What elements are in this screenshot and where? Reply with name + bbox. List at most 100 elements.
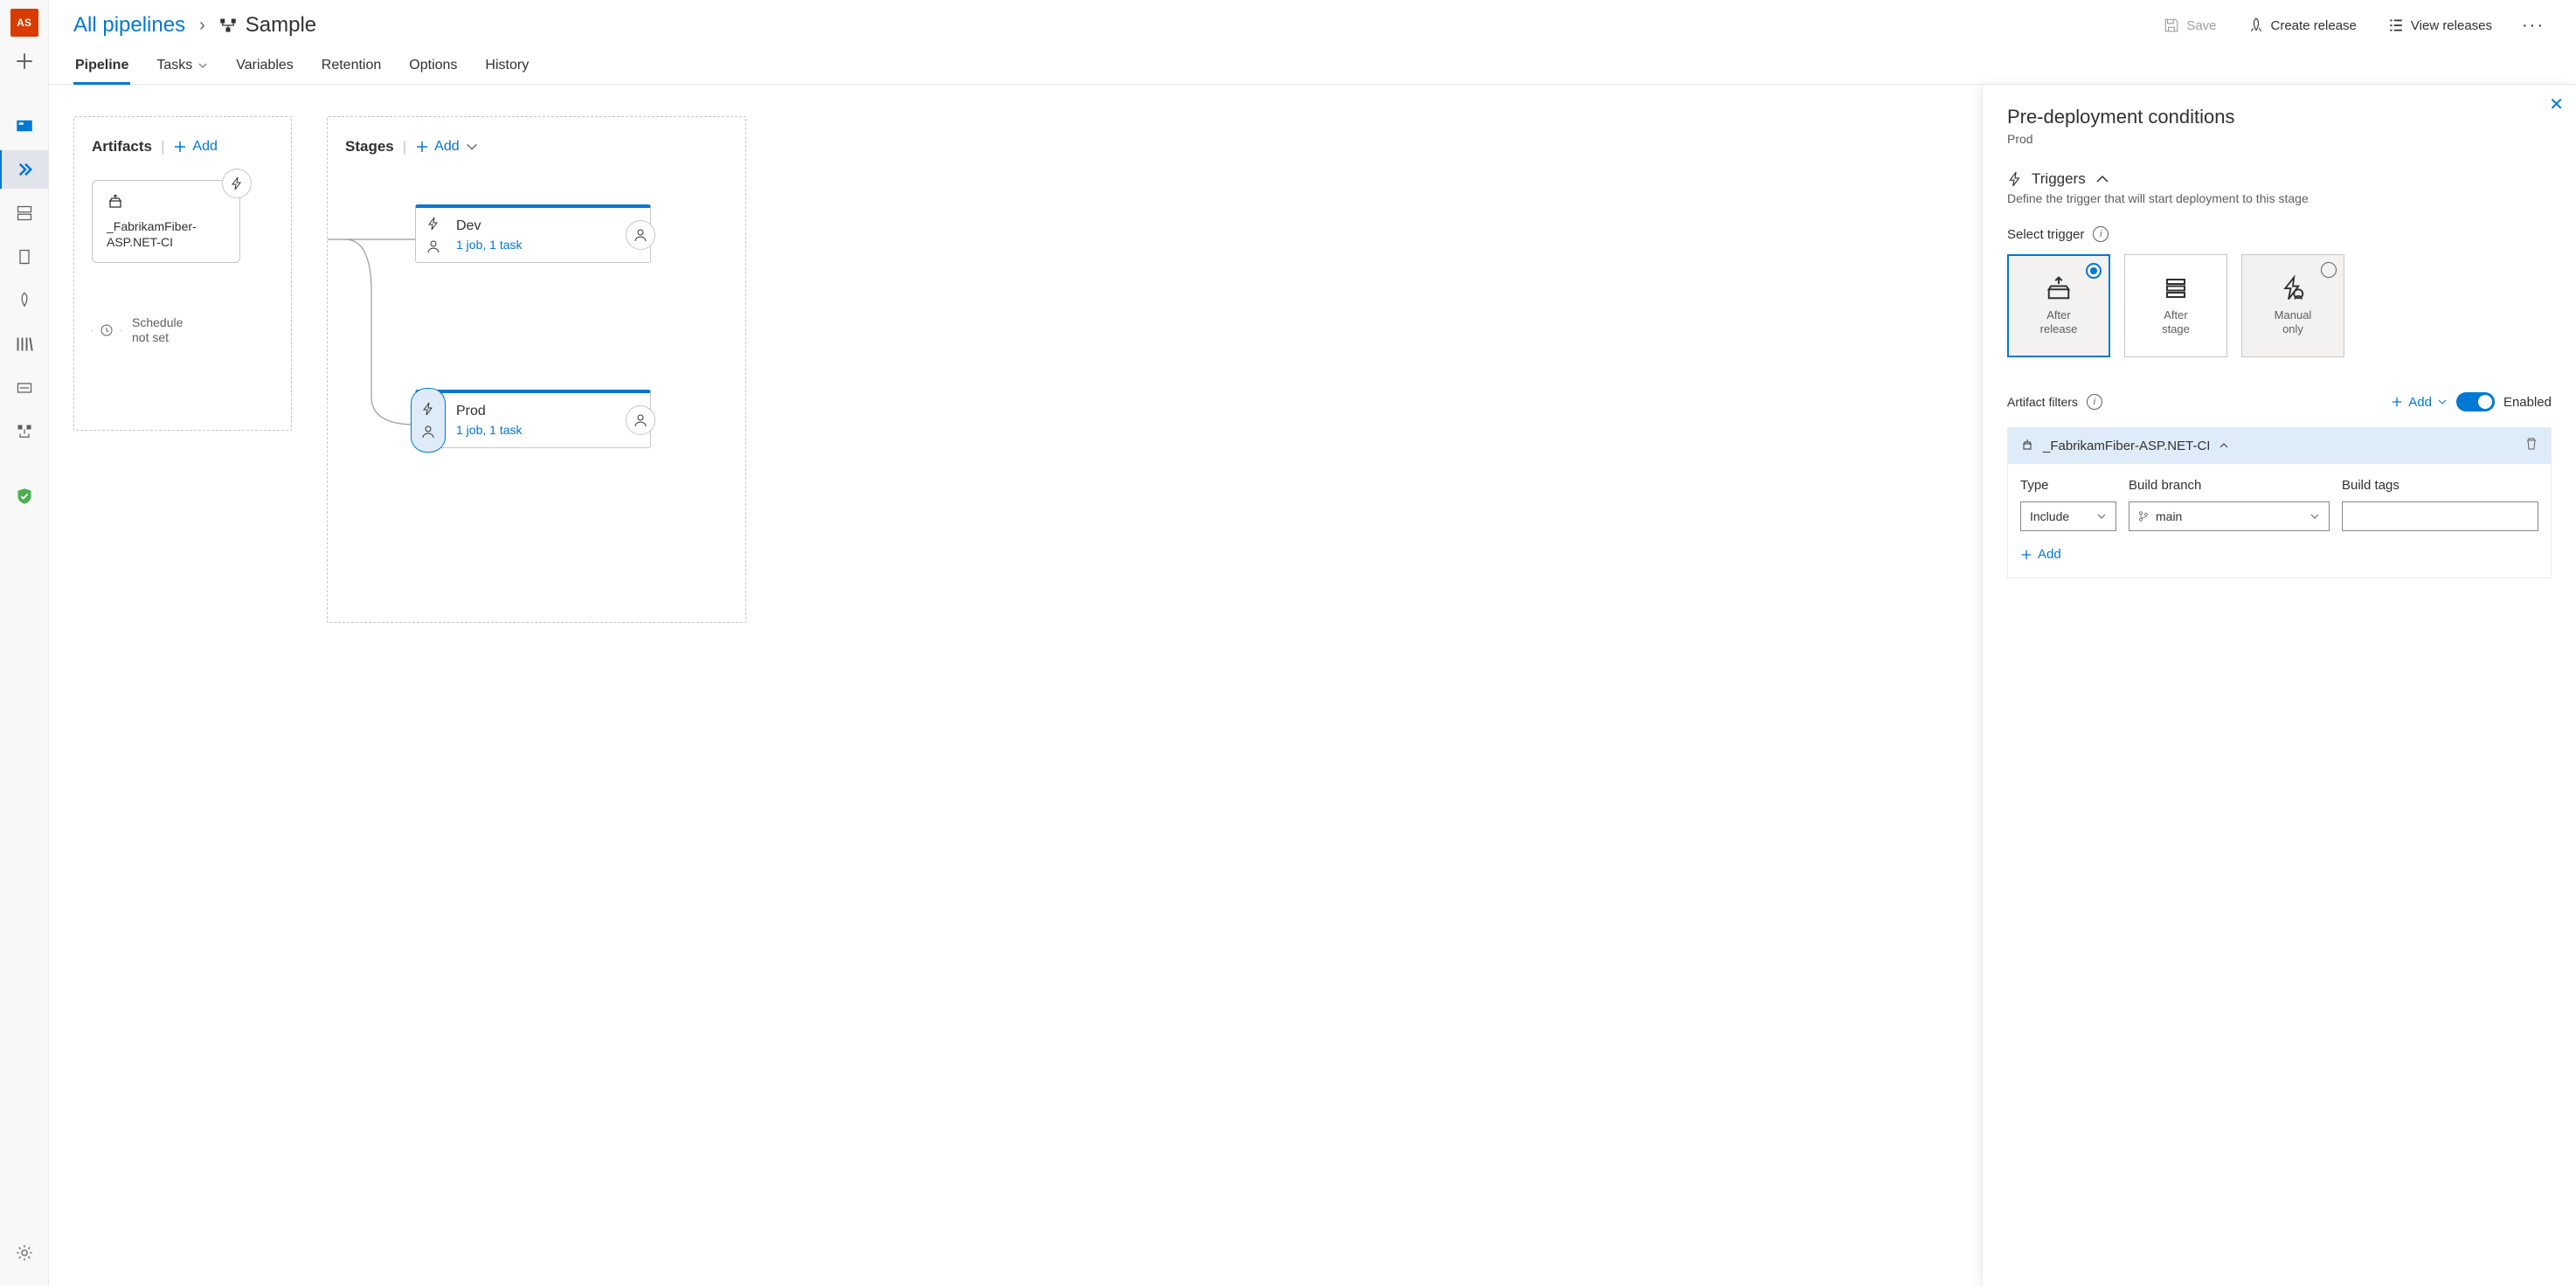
artifact-filters-toggle[interactable]	[2456, 392, 2495, 411]
tab-history[interactable]: History	[483, 51, 530, 84]
rocket-icon	[2248, 17, 2264, 33]
triggers-description: Define the trigger that will start deplo…	[2007, 191, 2552, 205]
tags-input[interactable]	[2342, 501, 2538, 531]
nav-releases[interactable]	[0, 238, 49, 276]
library-icon	[16, 335, 33, 353]
tab-retention[interactable]: Retention	[320, 51, 384, 84]
tabs-row: Pipeline Tasks Variables Retention Optio…	[49, 45, 2576, 85]
enabled-label: Enabled	[2503, 395, 2552, 410]
panel-title: Pre-deployment conditions	[2007, 106, 2552, 128]
nav-security[interactable]	[0, 477, 49, 515]
artifact-filters-label: Artifact filters	[2007, 395, 2078, 409]
schedule-row[interactable]: Schedule not set	[92, 314, 274, 347]
schedule-icon-container	[92, 314, 121, 347]
connectors	[328, 117, 747, 624]
trigger-after-release[interactable]: After release	[2007, 254, 2110, 357]
org-avatar[interactable]: AS	[10, 9, 38, 37]
info-icon[interactable]: i	[2093, 226, 2109, 242]
build-source-icon	[107, 193, 225, 218]
nav-new[interactable]	[0, 42, 49, 80]
breadcrumb-root[interactable]: All pipelines	[73, 13, 185, 38]
delete-filter-button[interactable]	[2524, 437, 2538, 454]
nav-environments[interactable]	[0, 194, 49, 232]
nav-deploymentgroups[interactable]	[0, 412, 49, 451]
pipeline-title[interactable]: Sample	[219, 13, 316, 38]
nav-pipelines[interactable]	[0, 150, 49, 189]
nav-rocket[interactable]	[0, 281, 49, 320]
filter-source-header[interactable]: _FabrikamFiber-ASP.NET-CI	[2007, 427, 2552, 464]
stage-prod-predeploy[interactable]	[411, 388, 446, 453]
save-button[interactable]: Save	[2155, 12, 2225, 38]
build-source-icon	[2020, 439, 2034, 453]
stage-dev-name: Dev	[456, 218, 606, 234]
release-icon	[16, 248, 33, 266]
nav-library[interactable]	[0, 325, 49, 363]
plus-icon	[173, 140, 187, 154]
stage-dev-postdeploy[interactable]	[615, 208, 650, 262]
trash-icon	[2524, 437, 2538, 451]
info-icon[interactable]: i	[2087, 394, 2102, 410]
env-icon	[16, 204, 33, 222]
artifacts-column: Artifacts | Add	[73, 116, 292, 431]
chevron-down-icon	[2309, 511, 2320, 522]
plus-icon	[415, 140, 429, 154]
breadcrumb-row: All pipelines › Sample Save Create relea…	[49, 0, 2576, 45]
pipeline-icon	[17, 161, 34, 178]
rocket-icon	[16, 292, 33, 309]
tab-pipeline[interactable]: Pipeline	[73, 51, 130, 84]
close-panel-button[interactable]: ✕	[2549, 93, 2564, 115]
person-icon	[634, 413, 647, 427]
trigger-manual-only[interactable]: Manual only	[2241, 254, 2344, 357]
branch-select[interactable]: main	[2129, 501, 2330, 531]
stage-prod-jobs-link[interactable]: 1 job, 1 task	[456, 423, 606, 437]
radio-selected	[2086, 263, 2102, 279]
view-releases-button[interactable]: View releases	[2379, 12, 2501, 38]
type-select[interactable]: Include	[2020, 501, 2116, 531]
filter-body: Type Include Build branch ma	[2007, 464, 2552, 578]
nav-overview[interactable]	[0, 107, 49, 145]
stage-dev-predeploy[interactable]	[416, 208, 451, 262]
chevron-up-icon	[2095, 171, 2110, 187]
side-panel: ✕ Pre-deployment conditions Prod Trigger…	[1982, 85, 2576, 1286]
more-menu[interactable]: ···	[2515, 16, 2552, 36]
person-icon	[426, 239, 440, 253]
plus-icon	[2391, 396, 2403, 408]
add-filter-button[interactable]: Add	[2391, 395, 2448, 410]
tab-variables[interactable]: Variables	[234, 51, 295, 84]
add-artifact-button[interactable]: Add	[173, 139, 217, 155]
plus-icon	[2020, 549, 2032, 561]
trigger-after-stage[interactable]: After stage	[2124, 254, 2227, 357]
pipeline-name-text: Sample	[246, 13, 316, 38]
lightning-icon	[426, 217, 440, 231]
gear-icon	[16, 1244, 33, 1262]
add-filter-row-button[interactable]: Add	[2020, 547, 2061, 562]
chevron-down-icon	[465, 140, 479, 154]
nav-taskgroups[interactable]	[0, 369, 49, 407]
after-stage-icon	[2163, 275, 2189, 301]
chevron-up-icon	[2219, 440, 2229, 451]
artifact-card[interactable]: _FabrikamFiber-ASP.NET-CI	[92, 180, 240, 263]
add-stage-button[interactable]: Add	[415, 139, 478, 155]
lightning-icon	[230, 176, 244, 190]
deploygroup-icon	[16, 423, 33, 440]
chevron-down-icon	[2096, 511, 2107, 522]
nav-settings[interactable]	[0, 1234, 49, 1272]
trigger-options: After release After stage Manual only	[2007, 254, 2552, 357]
list-icon	[2388, 17, 2404, 33]
clock-icon	[100, 323, 114, 337]
stage-prod-name: Prod	[456, 404, 606, 419]
artifact-trigger-button[interactable]	[222, 169, 252, 198]
stage-card-dev[interactable]: Dev 1 job, 1 task	[415, 204, 651, 263]
triggers-section-toggle[interactable]: Triggers	[2007, 170, 2552, 188]
artifacts-heading: Artifacts	[92, 138, 152, 156]
tab-tasks[interactable]: Tasks	[155, 51, 210, 84]
shield-icon	[16, 487, 33, 505]
save-icon	[2164, 17, 2179, 33]
stage-dev-jobs-link[interactable]: 1 job, 1 task	[456, 238, 606, 252]
stage-prod-postdeploy[interactable]	[615, 393, 650, 447]
tab-options[interactable]: Options	[407, 51, 459, 84]
stage-card-prod[interactable]: Prod 1 job, 1 task	[415, 390, 651, 448]
lightning-icon	[421, 402, 435, 416]
create-release-button[interactable]: Create release	[2240, 12, 2365, 38]
taskgroup-icon	[16, 379, 33, 397]
